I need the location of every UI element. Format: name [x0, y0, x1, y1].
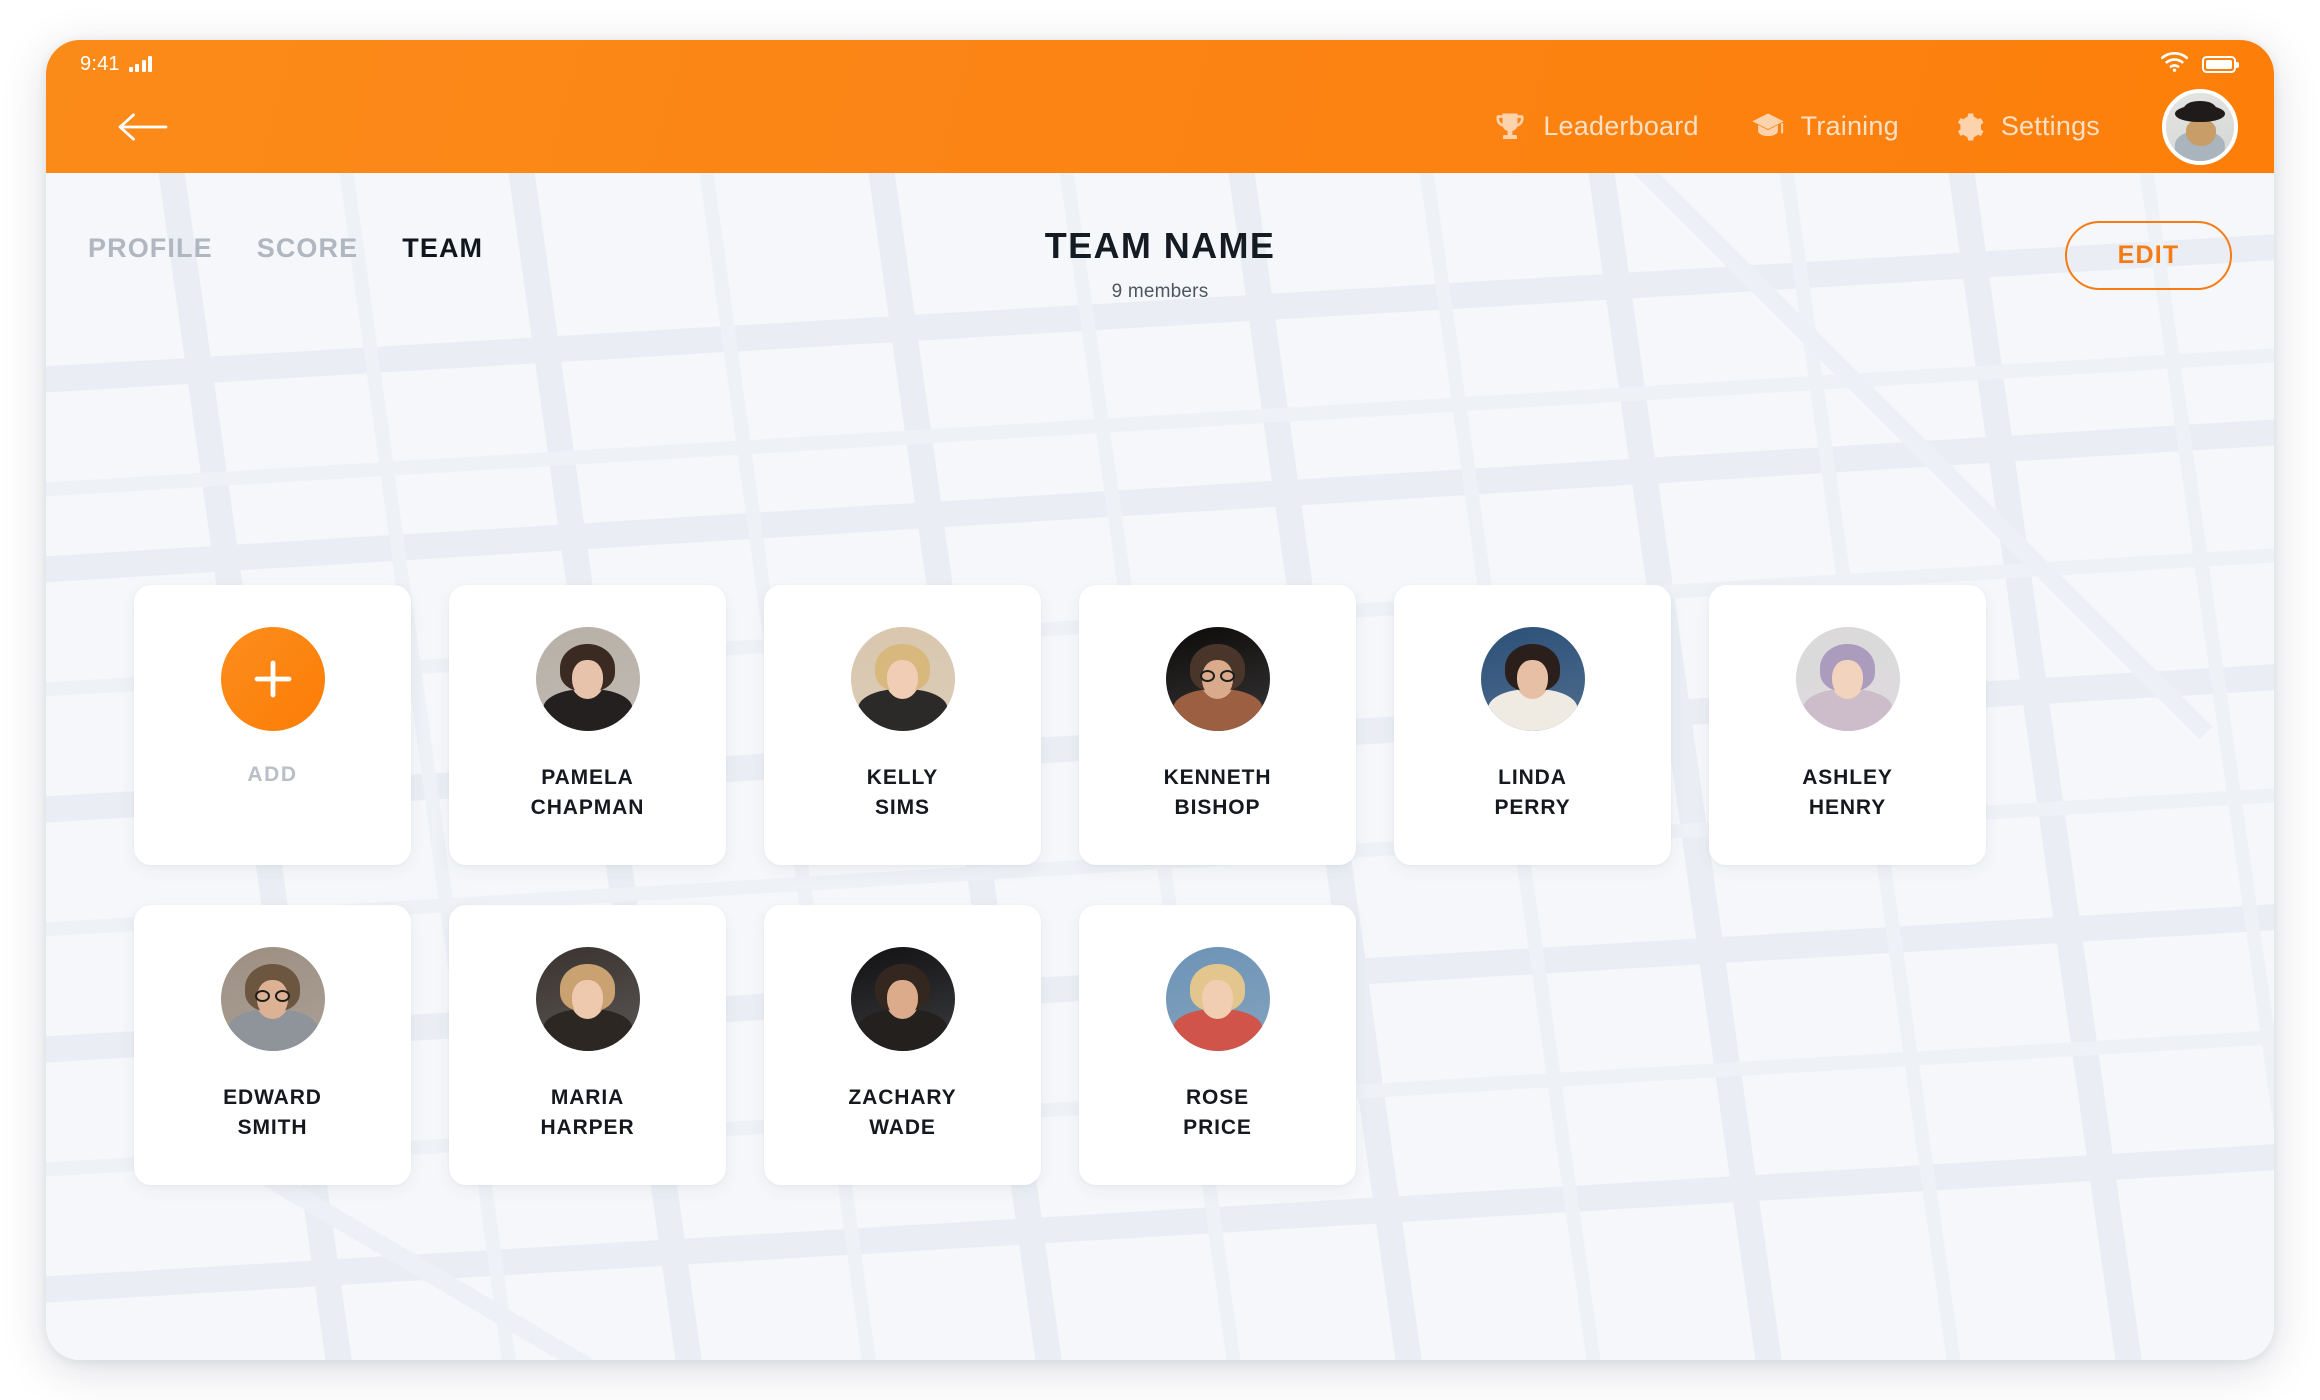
member-first-name: KENNETH — [1163, 766, 1272, 789]
member-first-name: ROSE — [1185, 1086, 1250, 1109]
sub-navigation: PROFILE SCORE TEAM TEAM NAME 9 members E… — [46, 221, 2274, 302]
member-first-name: LINDA — [1498, 766, 1567, 789]
header-actions: Leaderboard Training Settings — [1491, 88, 2238, 165]
member-card[interactable]: ROSE PRICE — [1079, 905, 1356, 1185]
back-button[interactable] — [116, 106, 170, 148]
member-last-name: BISHOP — [1174, 796, 1261, 820]
member-first-name: KELLY — [866, 766, 939, 789]
member-avatar — [850, 947, 955, 1051]
member-avatar — [1795, 627, 1900, 731]
members-grid: ADD PAMELA CHAPMAN KELLY SIMS KENNETH BISHOP L… — [134, 585, 2184, 1185]
page-body: PROFILE SCORE TEAM TEAM NAME 9 members E… — [46, 173, 2274, 1360]
member-avatar — [535, 947, 640, 1051]
member-last-name: CHAPMAN — [530, 796, 645, 820]
member-last-name: PERRY — [1494, 796, 1571, 820]
member-avatar — [1480, 627, 1585, 731]
member-first-name: EDWARD — [223, 1086, 322, 1109]
add-member-circle[interactable] — [220, 627, 325, 731]
member-card[interactable]: MARIA HARPER — [449, 905, 726, 1185]
member-last-name: SIMS — [875, 796, 930, 820]
status-bar-right — [2160, 51, 2244, 77]
member-first-name: ASHLEY — [1802, 766, 1893, 789]
member-last-name: HARPER — [540, 1116, 635, 1140]
nav-label-leaderboard: Leaderboard — [1543, 111, 1699, 141]
nav-label-training: Training — [1800, 111, 1899, 141]
member-name: ASHLEY HENRY — [1802, 763, 1893, 824]
graduation-cap-icon — [1749, 108, 1787, 146]
signal-bars-icon — [128, 56, 153, 72]
member-name: MARIA HARPER — [540, 1083, 634, 1144]
member-last-name: PRICE — [1183, 1116, 1252, 1140]
tab-score[interactable]: SCORE — [257, 233, 359, 264]
member-avatar — [220, 947, 325, 1051]
header-nav-row: Leaderboard Training Settings — [46, 80, 2274, 173]
member-last-name: SMITH — [237, 1116, 308, 1140]
member-name: ZACHARY WADE — [848, 1083, 956, 1144]
plus-icon — [254, 660, 291, 698]
add-member-label: ADD — [247, 763, 298, 786]
status-bar-left: 9:41 — [80, 52, 153, 76]
status-bar: 9:41 — [46, 40, 2274, 80]
member-card[interactable]: PAMELA CHAPMAN — [449, 585, 726, 865]
member-name: KENNETH BISHOP — [1164, 763, 1272, 824]
member-name: KELLY SIMS — [867, 763, 938, 824]
member-card[interactable]: LINDA PERRY — [1394, 585, 1671, 865]
member-avatar — [535, 627, 640, 731]
members-count: 9 members — [1111, 281, 1209, 302]
add-member-card[interactable]: ADD — [134, 585, 411, 865]
trophy-icon — [1491, 108, 1529, 146]
nav-item-leaderboard[interactable]: Leaderboard — [1491, 108, 1698, 146]
member-avatar — [850, 627, 955, 731]
battery-icon — [2202, 55, 2239, 73]
member-last-name: HENRY — [1808, 796, 1887, 820]
member-last-name: WADE — [869, 1116, 936, 1140]
nav-label-settings: Settings — [2000, 111, 2100, 141]
member-name: EDWARD SMITH — [223, 1083, 322, 1144]
member-card[interactable]: KELLY SIMS — [764, 585, 1041, 865]
device-frame: 9:41 Leaderboard Training Settings PROFI… — [46, 40, 2274, 1360]
member-card[interactable]: ASHLEY HENRY — [1709, 585, 1986, 865]
member-first-name: ZACHARY — [848, 1086, 957, 1109]
wifi-icon — [2160, 51, 2189, 77]
member-avatar — [1165, 947, 1270, 1051]
member-first-name: MARIA — [550, 1086, 625, 1109]
user-avatar[interactable] — [2162, 88, 2238, 165]
member-card[interactable]: KENNETH BISHOP — [1079, 585, 1356, 865]
member-name: PAMELA CHAPMAN — [531, 763, 645, 824]
member-name: ROSE PRICE — [1183, 1083, 1252, 1144]
tab-profile[interactable]: PROFILE — [88, 233, 213, 264]
tab-team[interactable]: TEAM — [402, 233, 483, 264]
member-card[interactable]: EDWARD SMITH — [134, 905, 411, 1185]
gear-icon — [1949, 108, 1987, 146]
member-avatar — [1165, 627, 1270, 731]
app-header: 9:41 Leaderboard Training Settings — [46, 40, 2274, 173]
member-first-name: PAMELA — [541, 766, 634, 789]
member-card[interactable]: ZACHARY WADE — [764, 905, 1041, 1185]
member-name: LINDA PERRY — [1494, 763, 1570, 824]
nav-item-training[interactable]: Training — [1749, 108, 1899, 146]
edit-button[interactable]: EDIT — [2065, 221, 2232, 290]
tab-bar: PROFILE SCORE TEAM — [88, 233, 483, 264]
status-time: 9:41 — [80, 52, 120, 75]
nav-item-settings[interactable]: Settings — [1949, 108, 2100, 146]
back-arrow-icon — [118, 112, 168, 141]
